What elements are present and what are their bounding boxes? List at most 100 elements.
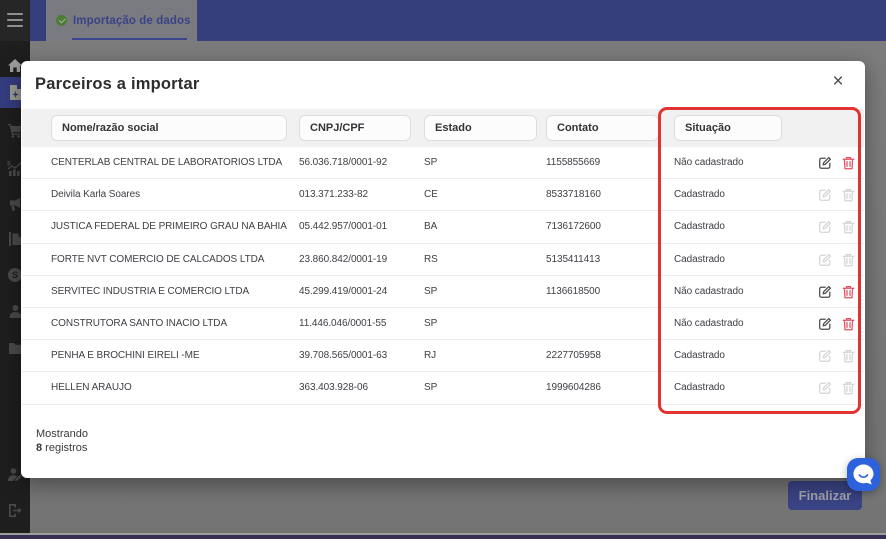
delete-row-button [842,349,856,363]
cell-contato: 2227705958 [546,350,601,362]
cell-situacao: Não cadastrado [674,285,744,297]
cell-situacao: Cadastrado [674,253,725,265]
table-row: JUSTICA FEDERAL DE PRIMEIRO GRAU NA BAHI… [22,211,864,244]
table-row: SERVITEC INDUSTRIA E COMERCIO LTDA 45.29… [22,276,864,308]
column-header-estado[interactable]: Estado [424,115,537,141]
delete-row-button [842,381,856,395]
table-header-row: Nome/razão social CNPJ/CPF Estado Contat… [22,109,864,147]
row-actions [812,147,862,179]
cell-situacao: Não cadastrado [674,157,744,168]
table-body: CENTERLAB CENTRAL DE LABORATORIOS LTDA 5… [22,147,864,405]
cell-situacao: Não cadastrado [674,317,744,329]
edit-row-button [818,253,832,267]
topbar: Importação de dados [30,0,886,41]
tab-label: Importação de dados [73,14,191,27]
cell-situacao: Cadastrado [674,382,725,394]
modal-parceiros-a-importar: Parceiros a importar × Nome/razão social… [21,61,865,478]
cell-cnpj: 363.403.928-06 [299,382,368,394]
cell-cnpj: 56.036.718/0001-92 [299,157,388,168]
chat-widget-button[interactable] [847,458,880,491]
cell-cnpj: 45.299.419/0001-24 [299,285,388,297]
cell-situacao: Cadastrado [674,221,725,233]
cell-estado: RS [424,253,438,265]
trash-icon [842,189,855,202]
table-row: Deivila Karla Soares 013.371.233-82 CE 8… [22,179,864,212]
row-actions [812,179,862,211]
edit-row-button [818,349,832,363]
table-row: PENHA E BROCHINI EIRELI -ME 39.708.565/0… [22,340,864,373]
edit-row-button[interactable] [818,156,832,170]
table-row: CONSTRUTORA SANTO INACIO LTDA 11.446.046… [22,308,864,341]
trash-icon [842,253,855,266]
svg-text:S: S [12,270,18,280]
edit-row-button[interactable] [818,285,832,299]
row-actions [812,276,862,308]
close-icon[interactable]: × [827,71,849,93]
edit-icon [819,317,832,330]
edit-icon [819,285,832,298]
chat-bubble-icon [853,464,874,485]
column-header-cnpj[interactable]: CNPJ/CPF [299,115,411,141]
cell-estado: SP [424,157,438,168]
tab-importacao-de-dados[interactable]: Importação de dados [46,0,197,41]
edit-icon [819,350,832,363]
edit-row-button[interactable] [818,317,832,331]
cell-contato: 1136618500 [546,285,601,297]
cell-cnpj: 11.446.046/0001-55 [299,317,387,329]
cell-situacao: Cadastrado [674,189,725,201]
cell-cnpj: 39.708.565/0001-63 [299,350,388,362]
showing-label: Mostrando [36,428,88,440]
cell-nome: FORTE NVT COMERCIO DE CALCADOS LTDA [51,253,265,265]
edit-row-button [818,220,832,234]
row-actions [812,340,862,372]
trash-icon [842,317,855,331]
delete-row-button[interactable] [842,317,856,331]
row-actions [812,308,862,340]
sidebar-item-logout[interactable] [0,495,30,526]
table-row: CENTERLAB CENTRAL DE LABORATORIOS LTDA 5… [22,147,864,180]
menu-icon[interactable] [7,12,23,28]
column-header-nome[interactable]: Nome/razão social [51,115,287,141]
cell-situacao: Cadastrado [674,350,725,362]
delete-row-button[interactable] [842,156,856,170]
cell-estado: RJ [424,350,437,362]
cell-contato [546,308,656,340]
modal-title: Parceiros a importar [35,75,200,93]
cell-nome: JUSTICA FEDERAL DE PRIMEIRO GRAU NA BAHI… [51,221,287,233]
edit-row-button [818,188,832,202]
delete-row-button[interactable] [842,285,856,299]
edit-row-button [818,381,832,395]
edit-icon [819,253,832,266]
trash-icon [842,221,855,234]
cell-nome: CONSTRUTORA SANTO INACIO LTDA [51,317,228,329]
delete-row-button [842,253,856,267]
edit-icon [819,382,832,395]
cell-contato: 1155855669 [546,157,601,168]
trash-icon [842,285,855,299]
cell-nome: CENTERLAB CENTRAL DE LABORATORIOS LTDA [51,157,283,168]
cell-nome: SERVITEC INDUSTRIA E COMERCIO LTDA [51,285,250,297]
edit-icon [819,189,832,202]
trash-icon [842,382,855,395]
logout-icon [9,504,22,517]
footer-bar [0,535,886,539]
row-actions [812,244,862,276]
records-count-suffix: registros [42,442,88,454]
cell-estado: SP [424,285,438,297]
cell-cnpj: 23.860.842/0001-19 [299,253,388,265]
row-actions [812,372,862,404]
trash-icon [842,350,855,363]
cell-contato: 1999604286 [546,382,601,394]
cell-cnpj: 013.371.233-82 [299,189,368,201]
cell-estado: SP [424,382,438,394]
column-header-situacao[interactable]: Situação [674,115,782,141]
cell-estado: BA [424,221,438,233]
active-tab-underline [72,37,187,40]
check-circle-icon [56,15,67,26]
app-root: Importação de dados $ S Finalizar Parcei… [0,0,886,539]
column-header-contato[interactable]: Contato [546,115,659,141]
edit-icon [819,156,832,169]
cell-nome: PENHA E BROCHINI EIRELI -ME [51,350,200,362]
row-actions [812,211,862,243]
cell-contato: 8533718160 [546,189,601,201]
